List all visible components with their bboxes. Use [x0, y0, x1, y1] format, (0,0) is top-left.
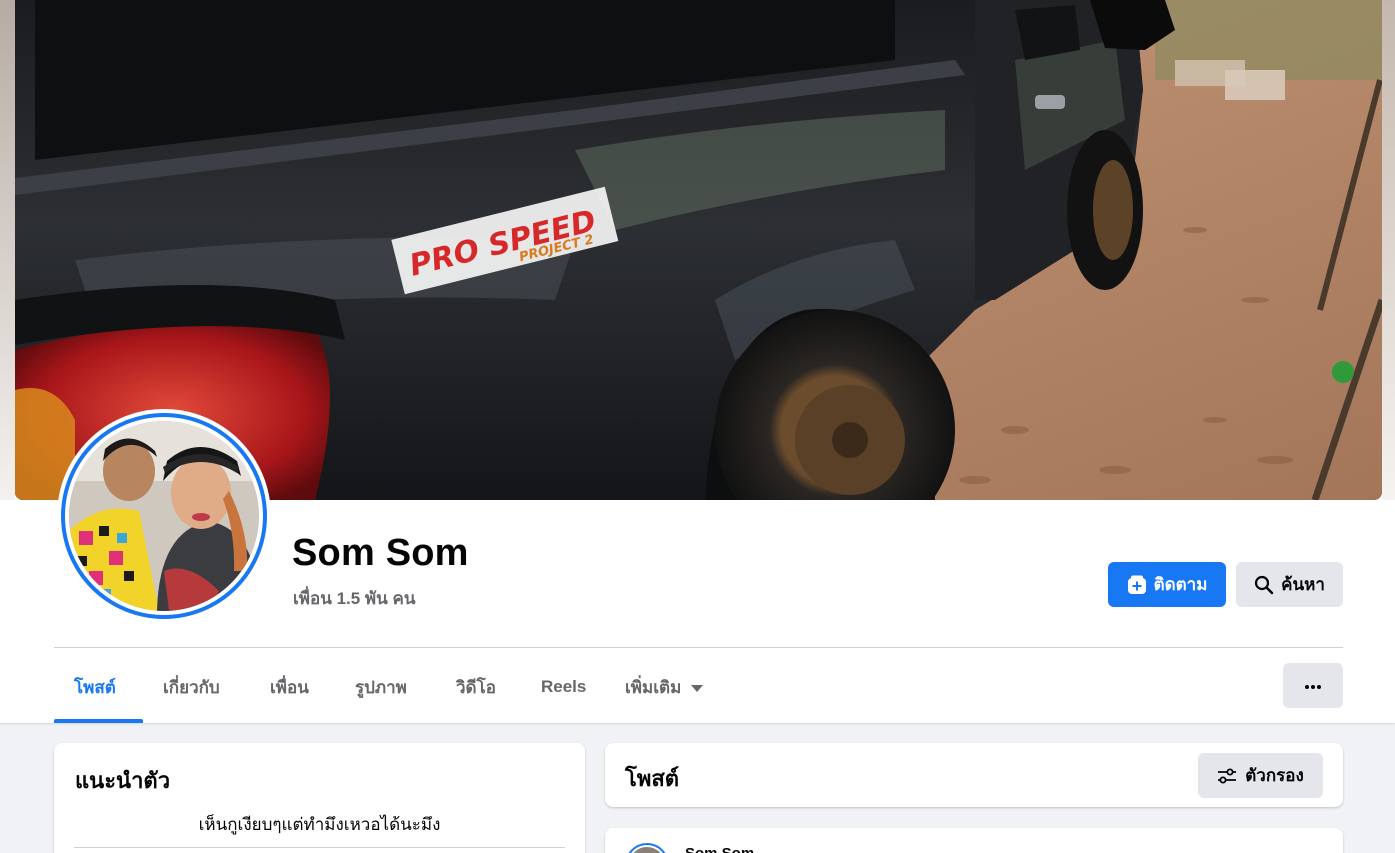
tab-posts[interactable]: โพสต์	[74, 662, 116, 712]
story-ring	[61, 413, 267, 619]
tab-photos[interactable]: รูปภาพ	[355, 662, 407, 712]
search-button[interactable]: ค้นหา	[1236, 562, 1343, 607]
tab-videos[interactable]: วิดีโอ	[456, 662, 496, 712]
header-divider	[54, 647, 1343, 648]
post-author-avatar[interactable]	[625, 843, 669, 853]
intro-bio: เห็นกูเงียบๆแต่ทำมึงเหวอได้นะมึง	[198, 815, 441, 834]
follow-button-label: ติดตาม	[1153, 575, 1208, 594]
tab-more-label: เพิ่มเติม	[625, 677, 682, 697]
post-author-name[interactable]: Som Som	[685, 845, 754, 853]
profile-avatar[interactable]	[57, 409, 271, 623]
search-button-label: ค้นหา	[1281, 575, 1325, 594]
follow-plus-icon	[1127, 575, 1147, 595]
posts-header-card: โพสต์ ตัวกรอง	[605, 743, 1343, 807]
avatar-photo	[69, 421, 259, 611]
tab-reels[interactable]: Reels	[541, 662, 586, 712]
filter-sliders-icon	[1217, 768, 1237, 784]
posts-title: โพสต์	[625, 766, 680, 791]
more-dots-icon	[1304, 677, 1322, 695]
intro-card: แนะนำตัว เห็นกูเงียบๆแต่ทำมึงเหวอได้นะมึ…	[54, 743, 585, 853]
caret-down-icon	[691, 684, 704, 692]
friends-count[interactable]: เพื่อน 1.5 พัน คน	[293, 585, 415, 612]
search-icon	[1254, 575, 1274, 595]
intro-divider	[74, 847, 565, 848]
filter-button-label: ตัวกรอง	[1245, 766, 1304, 785]
cover-backdrop-right	[1382, 0, 1395, 500]
post-card: Som Som	[605, 828, 1343, 853]
filter-button[interactable]: ตัวกรอง	[1198, 753, 1323, 798]
profile-name: Som Som	[292, 532, 469, 574]
tab-more[interactable]: เพิ่มเติม	[625, 662, 704, 712]
profile-header: PRO SPEED PROJECT 2 Som Som เพื่อน 1.5 พ…	[0, 0, 1395, 723]
more-options-button[interactable]	[1283, 663, 1343, 708]
intro-title: แนะนำตัว	[75, 768, 171, 793]
cover-backdrop-left	[0, 0, 15, 500]
tab-about[interactable]: เกี่ยวกับ	[163, 662, 220, 712]
tab-friends[interactable]: เพื่อน	[270, 662, 309, 712]
active-tab-indicator	[54, 719, 143, 723]
follow-button[interactable]: ติดตาม	[1108, 562, 1226, 607]
